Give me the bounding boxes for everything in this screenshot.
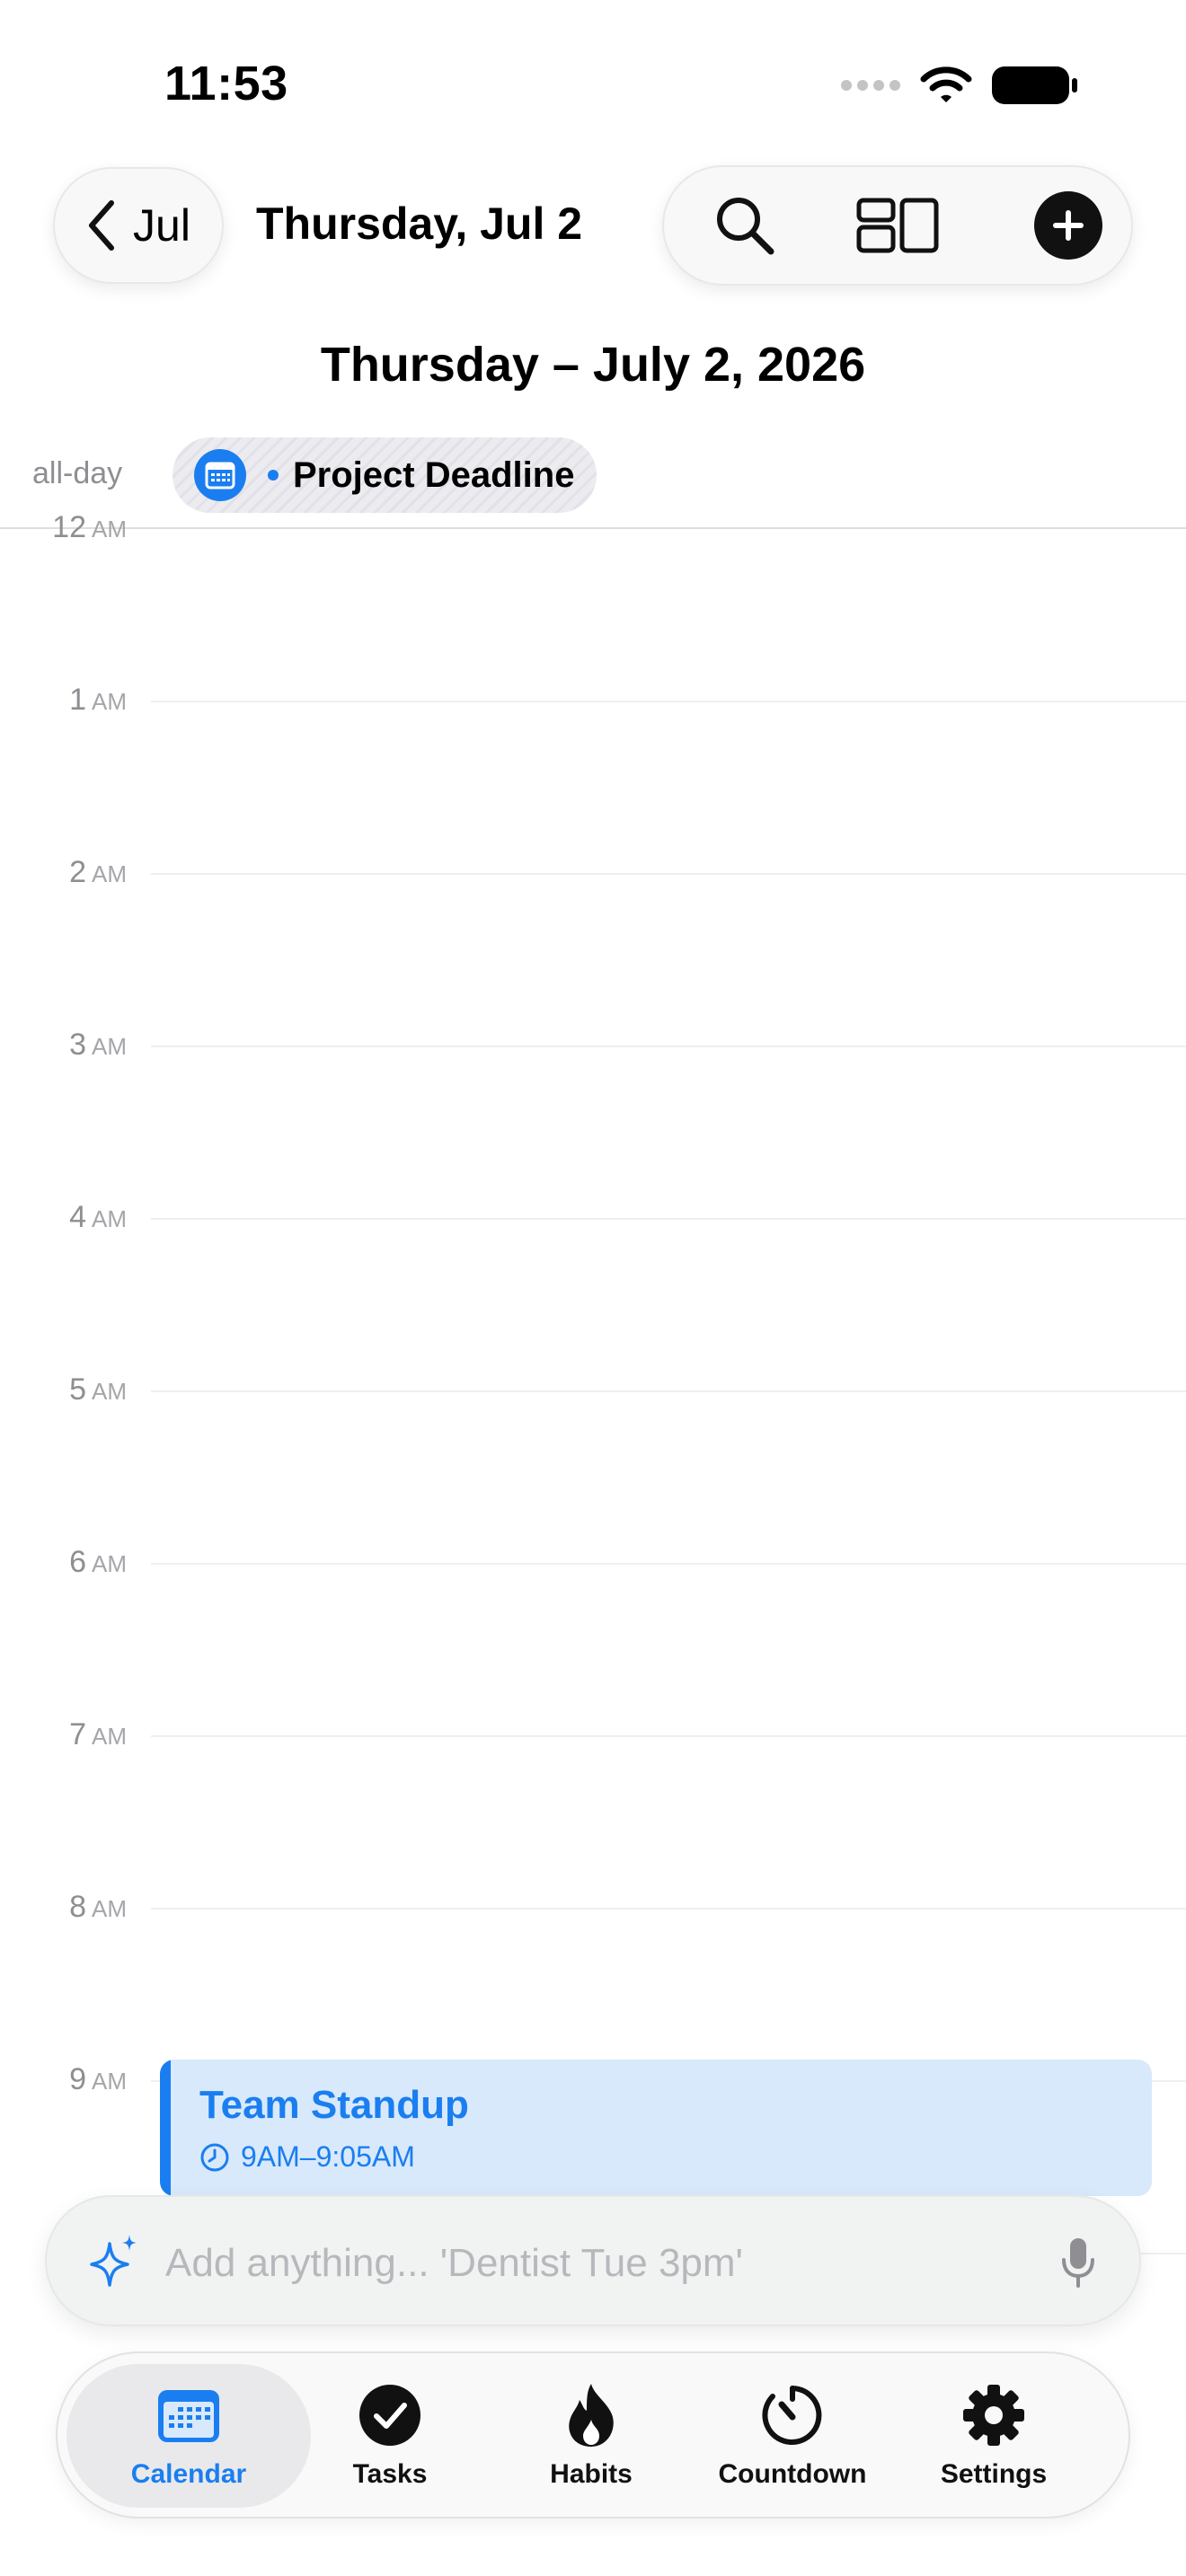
quick-add-bar bbox=[45, 2195, 1141, 2326]
quick-add-input[interactable] bbox=[164, 2224, 1048, 2303]
tab-label: Tasks bbox=[352, 2459, 428, 2489]
chevron-left-icon bbox=[89, 200, 115, 251]
gear-icon bbox=[963, 2385, 1024, 2446]
tab-habits[interactable]: Habits bbox=[492, 2364, 690, 2508]
all-day-event-title: Project Deadline bbox=[293, 454, 575, 495]
calendar-icon bbox=[158, 2390, 219, 2442]
hour-line bbox=[151, 1045, 1186, 1047]
hour-label: 1 AM bbox=[69, 683, 127, 717]
layout-icon bbox=[856, 198, 939, 253]
tab-label: Calendar bbox=[130, 2459, 247, 2489]
event-team-standup[interactable]: Team Standup 9AM–9:05AM bbox=[160, 2060, 1152, 2196]
wifi-icon bbox=[920, 66, 972, 102]
checkmark-circle-icon bbox=[359, 2385, 420, 2446]
add-event-button[interactable] bbox=[1023, 167, 1113, 284]
hour-row: 8 AM bbox=[0, 1890, 1186, 1924]
cellular-signal-icon bbox=[841, 80, 900, 91]
hour-label: 6 AM bbox=[69, 1545, 127, 1579]
tab-settings[interactable]: Settings bbox=[895, 2364, 1093, 2508]
hour-row: 4 AM bbox=[0, 1200, 1186, 1234]
event-title: Team Standup bbox=[199, 2083, 469, 2127]
all-day-label: all-day bbox=[32, 456, 123, 490]
flame-icon bbox=[569, 2384, 614, 2447]
hour-label: 4 AM bbox=[69, 1200, 127, 1234]
event-color-bar bbox=[160, 2060, 171, 2196]
hour-row: 5 AM bbox=[0, 1372, 1186, 1407]
tab-bar: Calendar Tasks Habits Countdown Settings bbox=[56, 2351, 1130, 2519]
event-time-row: 9AM–9:05AM bbox=[199, 2140, 415, 2174]
tab-label: Countdown bbox=[718, 2459, 867, 2489]
hour-line bbox=[151, 1218, 1186, 1220]
battery-icon bbox=[992, 66, 1077, 104]
hour-label: 3 AM bbox=[69, 1028, 127, 1062]
status-time: 11:53 bbox=[164, 57, 288, 110]
hour-row: 3 AM bbox=[0, 1028, 1186, 1062]
hour-line bbox=[151, 1908, 1186, 1910]
toolbar-actions bbox=[662, 165, 1133, 286]
tab-label: Habits bbox=[550, 2459, 633, 2489]
back-month-label: Jul bbox=[133, 200, 190, 251]
back-month-button[interactable]: Jul bbox=[53, 167, 224, 284]
hour-line bbox=[151, 1563, 1186, 1565]
hour-line bbox=[151, 701, 1186, 702]
hour-line bbox=[151, 1735, 1186, 1737]
clock-icon bbox=[200, 2143, 229, 2171]
nav-title: Thursday, Jul 2 bbox=[256, 198, 583, 249]
hour-row: 2 AM bbox=[0, 855, 1186, 889]
hour-row: 7 AM bbox=[0, 1717, 1186, 1751]
view-layout-button[interactable] bbox=[835, 167, 960, 284]
event-color-dot bbox=[268, 470, 279, 481]
hour-label: 8 AM bbox=[69, 1890, 127, 1924]
hour-label: 12 AM bbox=[52, 510, 127, 544]
all-day-event[interactable]: Project Deadline bbox=[173, 437, 597, 513]
sparkle-icon bbox=[90, 2235, 137, 2287]
hour-row: 12 AM bbox=[0, 510, 1186, 544]
hour-label: 7 AM bbox=[69, 1717, 127, 1751]
status-icons bbox=[841, 63, 1078, 108]
hour-label: 9 AM bbox=[69, 2062, 127, 2096]
tab-calendar[interactable]: Calendar bbox=[90, 2364, 288, 2508]
hour-line bbox=[151, 873, 1186, 875]
tab-countdown[interactable]: Countdown bbox=[694, 2364, 891, 2508]
tab-label: Settings bbox=[940, 2459, 1048, 2489]
timer-icon bbox=[762, 2386, 822, 2445]
hour-label: 5 AM bbox=[69, 1372, 127, 1407]
event-time: 9AM–9:05AM bbox=[241, 2140, 415, 2173]
hour-line bbox=[151, 1390, 1186, 1392]
hour-row: 1 AM bbox=[0, 683, 1186, 717]
hour-row: 6 AM bbox=[0, 1545, 1186, 1579]
microphone-icon[interactable] bbox=[1060, 2236, 1096, 2289]
tab-tasks[interactable]: Tasks bbox=[291, 2364, 489, 2508]
calendar-icon bbox=[194, 449, 246, 501]
search-button[interactable] bbox=[682, 167, 808, 284]
plus-icon bbox=[1034, 191, 1102, 260]
date-header: Thursday – July 2, 2026 bbox=[320, 338, 866, 392]
hour-label: 2 AM bbox=[69, 855, 127, 889]
search-icon bbox=[717, 198, 774, 255]
